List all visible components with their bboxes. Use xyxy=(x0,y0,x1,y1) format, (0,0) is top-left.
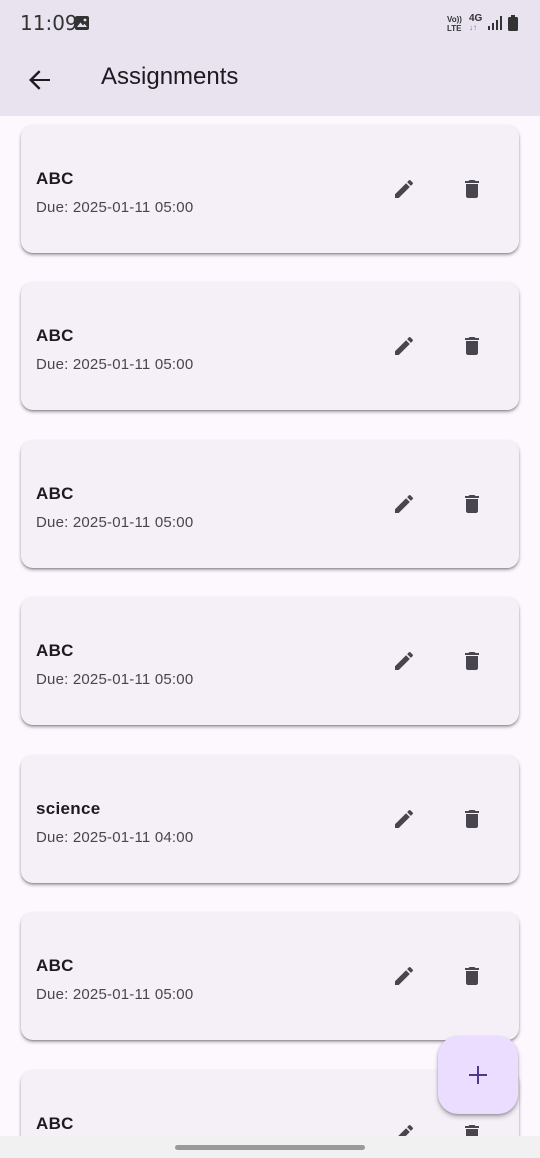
assignment-list[interactable]: ABC Due: 2025-01-11 05:00 ABC Due: 2025-… xyxy=(0,116,540,1136)
edit-button[interactable] xyxy=(386,643,422,679)
add-assignment-button[interactable] xyxy=(438,1036,518,1114)
app-bar: Assignments xyxy=(0,48,540,116)
delete-icon xyxy=(465,810,479,828)
assignment-title: ABC xyxy=(36,326,74,345)
delete-button[interactable] xyxy=(454,801,490,837)
status-time: 11:09 xyxy=(20,11,78,35)
delete-button[interactable] xyxy=(454,486,490,522)
delete-icon xyxy=(465,1125,479,1136)
edit-icon xyxy=(395,179,414,198)
assignment-card[interactable]: ABC Due: 2025-01-11 05:00 xyxy=(21,912,519,1040)
network-type: 4G ↓↑ xyxy=(469,13,483,32)
delete-icon xyxy=(465,967,479,985)
assignment-title: ABC xyxy=(36,956,74,975)
delete-icon xyxy=(465,180,479,198)
add-icon xyxy=(469,1066,487,1084)
assignment-due-date: Due: 2025-01-11 05:00 xyxy=(36,986,194,1003)
assignment-title: ABC xyxy=(36,1114,74,1133)
assignment-card[interactable]: ABC Due: 2025-01-11 05:00 xyxy=(21,440,519,568)
edit-icon xyxy=(395,336,414,355)
assignment-card[interactable]: ABC Due: 2025-01-11 05:00 xyxy=(21,597,519,725)
signal-icon xyxy=(488,16,504,35)
status-bar: 11:09 Vo)) LTE 4G ↓↑ xyxy=(0,0,540,48)
assignment-title: ABC xyxy=(36,641,74,660)
delete-button[interactable] xyxy=(454,1116,490,1136)
edit-icon xyxy=(395,651,414,670)
back-button[interactable] xyxy=(22,62,58,98)
delete-button[interactable] xyxy=(454,958,490,994)
page-title: Assignments xyxy=(101,63,239,90)
assignment-due-date: Due: 2025-01-11 05:00 xyxy=(36,671,194,688)
assignment-title: ABC xyxy=(36,169,74,188)
system-nav-bar xyxy=(0,1136,540,1158)
assignment-due-date: Due: 2025-01-11 05:00 xyxy=(36,514,194,531)
assignment-card[interactable]: ABC Due: 2025-01-11 05:00 xyxy=(21,282,519,410)
assignment-card[interactable]: science Due: 2025-01-11 04:00 xyxy=(21,755,519,883)
volte-indicator: Vo)) LTE xyxy=(447,15,462,33)
assignment-due-date: Due: 2025-01-11 05:00 xyxy=(36,356,194,373)
arrow-back-icon xyxy=(29,70,50,90)
edit-icon xyxy=(395,809,414,828)
assignment-card[interactable]: ABC Due: 2025-01-11 05:00 xyxy=(21,125,519,253)
assignment-due-date: Due: 2025-01-11 04:00 xyxy=(36,829,194,846)
delete-icon xyxy=(465,495,479,513)
edit-icon xyxy=(398,1124,414,1136)
edit-button[interactable] xyxy=(386,801,422,837)
delete-icon xyxy=(465,337,479,355)
edit-button[interactable] xyxy=(386,171,422,207)
delete-button[interactable] xyxy=(454,643,490,679)
delete-button[interactable] xyxy=(454,171,490,207)
delete-button[interactable] xyxy=(454,328,490,364)
edit-button[interactable] xyxy=(386,958,422,994)
edit-button[interactable] xyxy=(386,486,422,522)
gesture-handle[interactable] xyxy=(175,1145,365,1150)
edit-button[interactable] xyxy=(386,328,422,364)
edit-icon xyxy=(395,966,414,985)
edit-icon xyxy=(395,494,414,513)
assignment-due-date: Due: 2025-01-11 05:00 xyxy=(36,199,194,216)
gallery-icon xyxy=(74,15,90,36)
delete-icon xyxy=(465,652,479,670)
edit-button[interactable] xyxy=(386,1116,422,1136)
assignment-title: science xyxy=(36,799,101,818)
battery-icon xyxy=(508,15,518,36)
assignment-title: ABC xyxy=(36,484,74,503)
